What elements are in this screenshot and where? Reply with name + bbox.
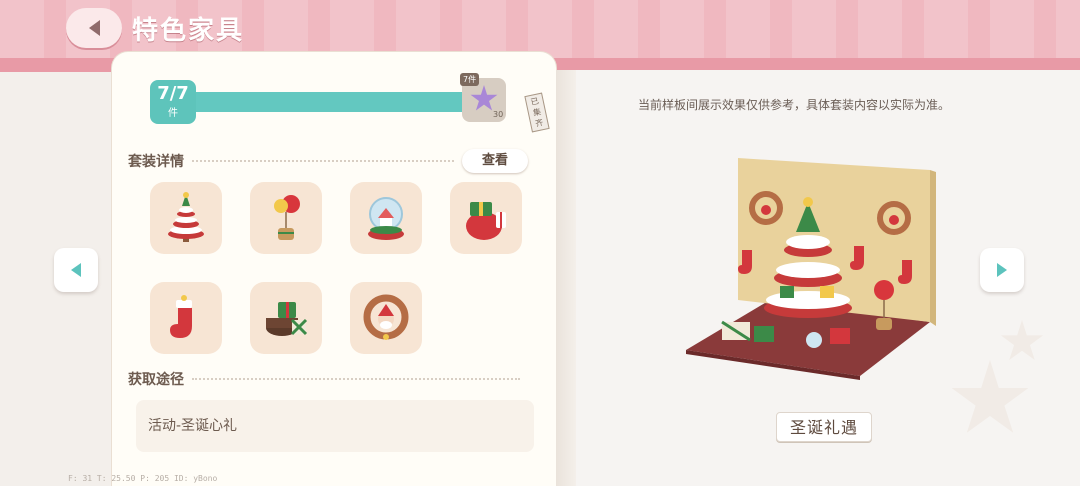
preview-notice: 当前样板间展示效果仅供参考，具体套装内容以实际为准。 (638, 98, 951, 112)
collection-progress: 7/7 件 7件 30 已集齐 (150, 73, 550, 133)
page-title: 特色家具 (132, 16, 245, 46)
debug-overlay: F: 31 T: 25.50 P: 205 ID: yBono (68, 474, 218, 483)
balloon-basket-icon (274, 195, 300, 240)
set-item[interactable] (350, 182, 422, 254)
set-name-label: 圣诞礼遇 (776, 412, 872, 442)
room-preview (680, 150, 950, 380)
divider (192, 378, 520, 380)
set-item[interactable] (250, 282, 322, 354)
view-button[interactable]: 查看 (462, 149, 528, 173)
divider (192, 160, 454, 162)
room-preview-image (686, 158, 936, 380)
progress-unit: 件 (168, 108, 178, 119)
gift-sack-icon (466, 202, 506, 240)
next-page-button[interactable] (980, 248, 1024, 292)
set-item[interactable] (150, 282, 222, 354)
set-detail-label: 套装详情 (128, 154, 184, 170)
source-label: 获取途径 (128, 372, 184, 388)
christmas-tree-cake-icon (168, 192, 204, 242)
progress-fill (180, 92, 480, 112)
source-header: 获取途径 (128, 368, 528, 390)
reward-tag: 7件 (460, 73, 480, 86)
back-button[interactable] (66, 8, 122, 48)
christmas-stocking-icon (170, 295, 192, 338)
set-detail-header: 套装详情 查看 (128, 149, 528, 173)
progress-count: 7/7 (157, 83, 189, 104)
prev-page-button[interactable] (54, 248, 98, 292)
set-item[interactable] (350, 282, 422, 354)
progress-track (180, 92, 480, 112)
arrow-right-icon (997, 263, 1007, 277)
gift-boxes-icon (266, 302, 308, 336)
arrow-left-icon (71, 263, 81, 277)
source-value: 活动-圣诞心礼 (136, 400, 534, 452)
santa-wreath-icon (363, 294, 409, 340)
reward-quantity: 30 (493, 110, 504, 119)
left-page: 7/7 件 7件 30 已集齐 套装详情 查看 获取途径 活动-圣诞心礼 (112, 52, 556, 486)
collected-ribbon: 已集齐 (524, 92, 550, 133)
set-item[interactable] (150, 182, 222, 254)
set-item[interactable] (450, 182, 522, 254)
progress-count-badge: 7/7 件 (150, 80, 196, 124)
chevron-left-icon (88, 20, 100, 36)
snow-globe-icon (368, 197, 404, 240)
star-icon (470, 85, 498, 111)
set-item[interactable] (250, 182, 322, 254)
